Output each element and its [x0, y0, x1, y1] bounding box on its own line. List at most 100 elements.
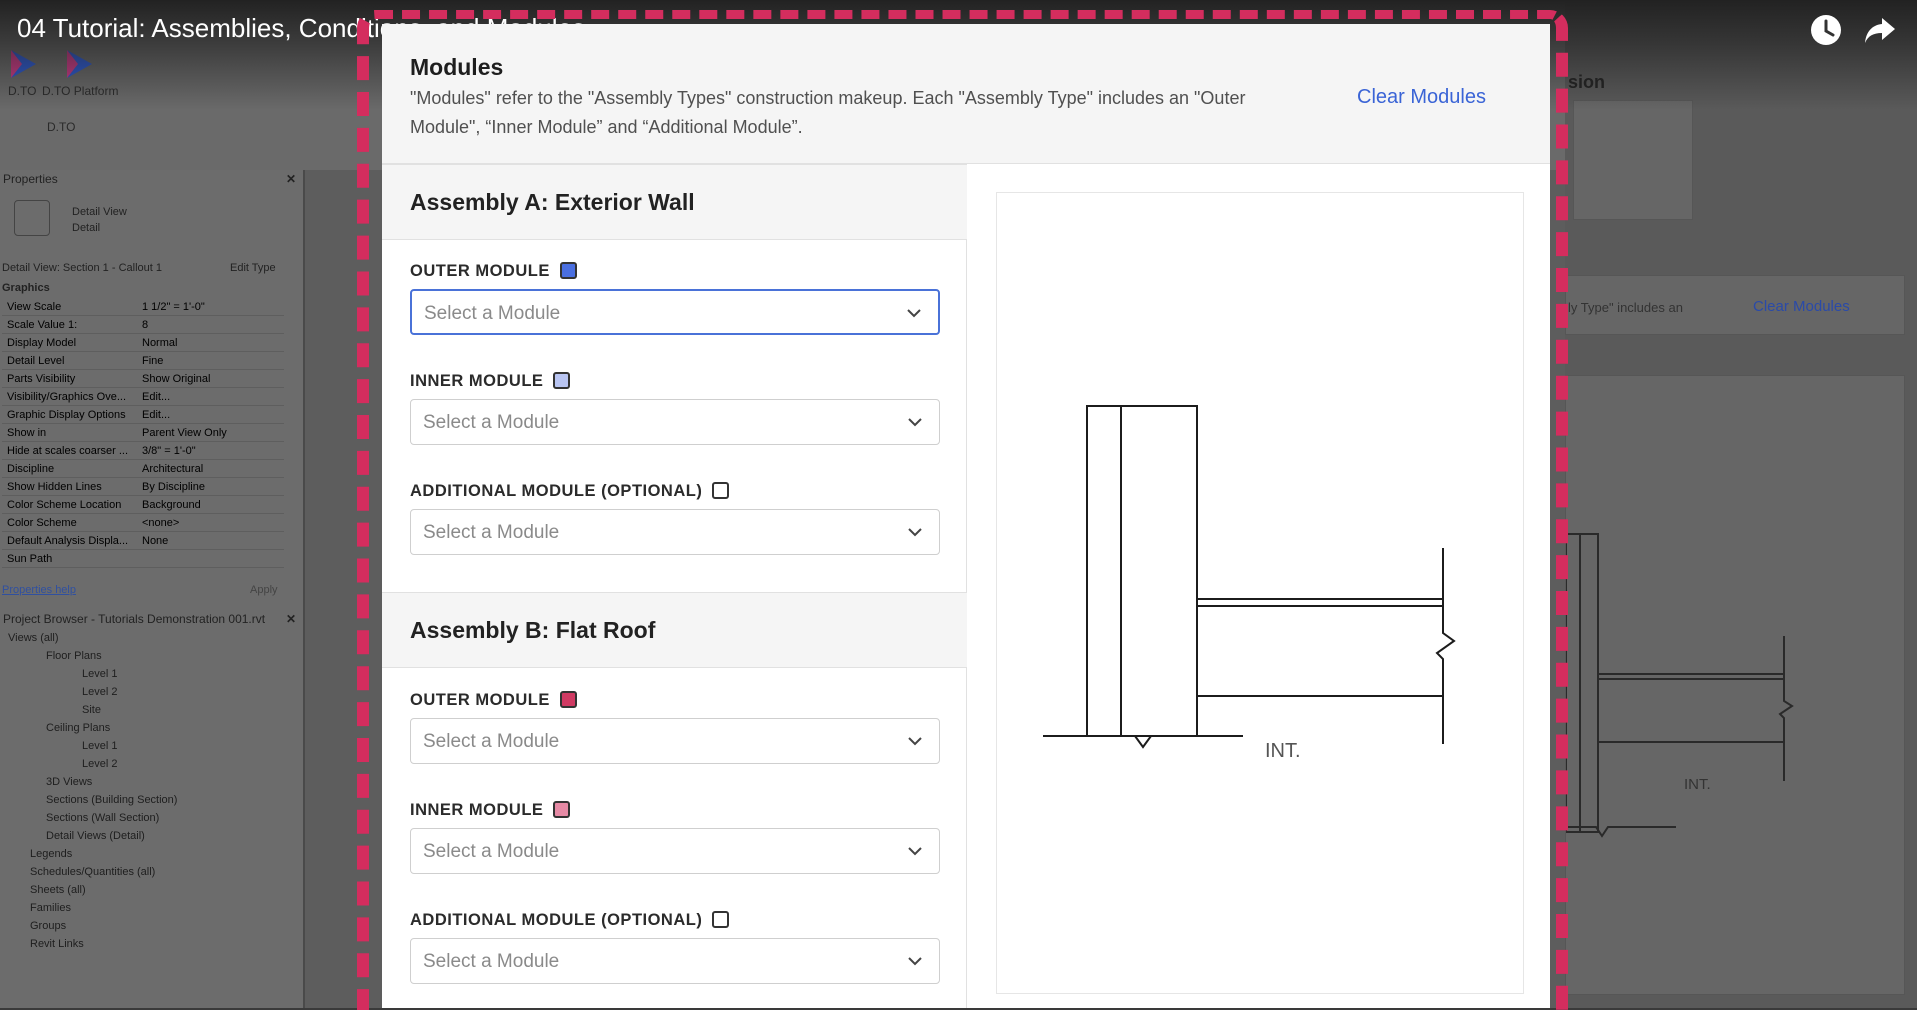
property-value: 3/8" = 1'-0": [142, 445, 196, 457]
property-value: 8: [142, 319, 149, 331]
property-row: View Scale 1 1/2" = 1'-0": [2, 298, 284, 316]
tree-item: Sheets (all): [30, 884, 86, 896]
tree-item: Site: [82, 704, 101, 716]
property-key: Graphic Display Options: [7, 409, 126, 421]
property-key: View Scale: [7, 301, 62, 313]
bg-heading-fragment: sion: [1568, 72, 1606, 92]
chevron-down-icon: [906, 307, 922, 319]
chevron-down-icon: [907, 735, 923, 747]
tree-item: Families: [30, 902, 71, 914]
additional-module-select[interactable]: Select a Module: [410, 509, 940, 555]
int-label: INT.: [1265, 740, 1301, 762]
property-key: Color Scheme: [7, 517, 77, 529]
select-placeholder: Select a Module: [424, 303, 561, 324]
properties-help-link: Properties help: [2, 584, 76, 596]
property-key: Show in: [7, 427, 47, 439]
property-value: Architectural: [142, 463, 204, 475]
inner-module-select[interactable]: Select a Module: [410, 399, 940, 445]
background-left-panels: Properties ✕ Detail View Detail Detail Vi…: [0, 170, 305, 1008]
property-row: Default Analysis Displa... None: [2, 532, 284, 550]
assembly-title: Assembly A: Exterior Wall: [410, 189, 695, 215]
bg-thumbnail: [1573, 100, 1693, 220]
chevron-down-icon: [907, 955, 923, 967]
property-value: Edit...: [142, 391, 171, 403]
modal-title: Modules: [410, 54, 504, 80]
tree-item: 3D Views: [46, 776, 93, 788]
assembly-header: Assembly B: Flat Roof: [382, 592, 967, 668]
property-key: Show Hidden Lines: [7, 481, 102, 493]
floor-break-line: [1043, 735, 1243, 749]
property-value: By Discipline: [142, 481, 205, 493]
property-value: Background: [142, 499, 201, 511]
tree-item: Sections (Building Section): [46, 794, 178, 806]
wall-roof-section-diagram: [1043, 405, 1456, 749]
watch-later-icon[interactable]: [1808, 12, 1844, 48]
outer-module-select[interactable]: Select a Module: [410, 289, 940, 335]
modules-modal: Modules "Modules" refer to the "Assembly…: [382, 24, 1550, 1008]
bg-diagram-card: INT.: [1565, 375, 1905, 995]
chevron-down-icon: [907, 416, 923, 428]
property-row: Discipline Architectural: [2, 460, 284, 478]
modal-description: "Modules" refer to the "Assembly Types" …: [410, 88, 1246, 137]
properties-panel-title: Properties ✕: [3, 172, 296, 186]
dto-platform-logo-icon: [64, 48, 94, 80]
property-value: None: [142, 535, 169, 547]
close-icon: ✕: [285, 612, 296, 626]
property-value: Fine: [142, 355, 164, 367]
color-swatch: [553, 372, 571, 389]
assembly-header: Assembly A: Exterior Wall: [382, 164, 967, 240]
property-key: Scale Value 1:: [7, 319, 78, 331]
ribbon-label: D.TO: [8, 84, 37, 98]
additional-module-select[interactable]: Select a Module: [410, 938, 940, 984]
chevron-down-icon: [907, 845, 923, 857]
property-value: 1 1/2" = 1'-0": [142, 301, 205, 313]
ribbon-label: D.TO: [47, 120, 76, 134]
property-row: Detail Level Fine: [2, 352, 284, 370]
property-key: Color Scheme Location: [7, 499, 122, 511]
share-icon[interactable]: [1862, 12, 1898, 48]
roof-break-line: [1435, 548, 1456, 744]
property-key: Default Analysis Displa...: [7, 535, 129, 547]
tree-item: Revit Links: [30, 938, 84, 950]
select-placeholder: Select a Module: [423, 841, 560, 862]
tree-item: Groups: [30, 920, 67, 932]
select-placeholder: Select a Module: [423, 951, 560, 972]
tree-item: Schedules/Quantities (all): [30, 866, 156, 878]
property-row: Show Hidden Lines By Discipline: [2, 478, 284, 496]
color-swatch: [559, 691, 577, 708]
property-key: Discipline: [7, 463, 55, 475]
instance-selector: Detail View: Section 1 - Callout 1: [2, 262, 162, 274]
property-row: Hide at scales coarser ... 3/8" = 1'-0": [2, 442, 284, 460]
property-value: Normal: [142, 337, 178, 349]
inner-module-label: INNER MODULE: [410, 801, 571, 820]
bg-desc-strip: ly Type" includes an Clear Modules: [1565, 275, 1905, 335]
apply-button: Apply: [250, 584, 278, 596]
tree-item: Detail Views (Detail): [46, 830, 145, 842]
property-key: Visibility/Graphics Ove...: [7, 391, 127, 403]
property-row: Show in Parent View Only: [2, 424, 284, 442]
property-value: Show Original: [142, 373, 211, 385]
dto-logo-icon: [8, 48, 38, 80]
type-name: Detail View: [72, 206, 127, 218]
additional-module-label: ADDITIONAL MODULE (OPTIONAL): [410, 911, 730, 930]
inner-module-select[interactable]: Select a Module: [410, 828, 940, 874]
property-row: Color Scheme <none>: [2, 514, 284, 532]
assemblies-column: Assembly A: Exterior Wall OUTER MODULE S…: [382, 164, 967, 1008]
color-swatch: [553, 801, 571, 818]
select-placeholder: Select a Module: [423, 522, 560, 543]
inner-module-label: INNER MODULE: [410, 372, 571, 391]
tree-item: Sections (Wall Section): [46, 812, 160, 824]
outer-module-select[interactable]: Select a Module: [410, 718, 940, 764]
tree-item: Level 2: [82, 686, 118, 698]
ribbon-label: D.TO Platform: [42, 84, 119, 98]
tree-item: Legends: [30, 848, 73, 860]
type-sub: Detail: [72, 222, 101, 234]
select-placeholder: Select a Module: [423, 412, 560, 433]
clear-modules-link[interactable]: Clear Modules: [1357, 86, 1486, 109]
property-row: Parts Visibility Show Original: [2, 370, 284, 388]
property-value: Parent View Only: [142, 427, 227, 439]
property-row: Sun Path: [2, 550, 284, 568]
assembly-diagram-panel: INT.: [996, 192, 1524, 994]
wall-section: [1086, 405, 1198, 737]
color-swatch: [712, 911, 730, 928]
